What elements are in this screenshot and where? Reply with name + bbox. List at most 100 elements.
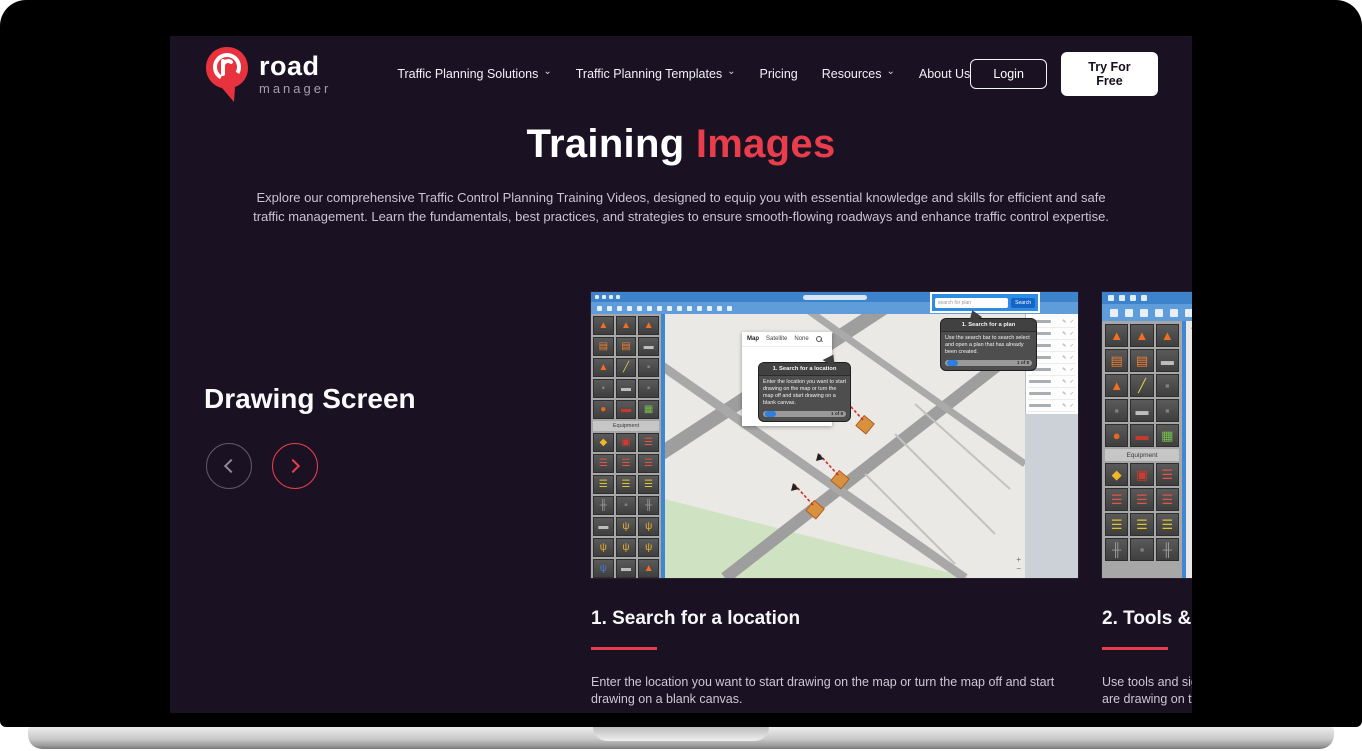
stripeYB-tile-icon: ☰ <box>593 475 614 494</box>
plan-list-row: ✎ ✓ <box>1028 400 1076 412</box>
redrect-tile-icon: ▬ <box>616 400 637 419</box>
jack-tile-icon: ╫ <box>593 496 614 515</box>
plank-tile-icon: ▬ <box>1156 349 1179 372</box>
redrect-tile-icon: ▬ <box>1130 424 1153 447</box>
dark-tile-icon: ▪ <box>593 379 614 398</box>
tooltip-progress-bar: 1 of 8 <box>945 360 1032 366</box>
satellite-tab: Satellite <box>766 336 787 342</box>
carousel-heading: Drawing Screen <box>204 383 416 415</box>
barrier-tile-icon: ▤ <box>616 337 637 356</box>
cone-tile-icon: ▲ <box>1156 324 1179 347</box>
slide-body: Enter the location you want to start dra… <box>591 674 1078 708</box>
slide-caption: 1. Search for a location <box>591 608 1078 630</box>
laptop-base-notch <box>593 727 769 741</box>
progress-count: 1 of 8 <box>831 411 843 417</box>
site-header: road manager Traffic Planning Solutions … <box>170 36 1192 112</box>
search-icon <box>816 336 822 342</box>
cone-tile-icon: ▲ <box>593 316 614 335</box>
laptop-mockup: road manager Traffic Planning Solutions … <box>0 0 1362 751</box>
login-button[interactable]: Login <box>970 59 1047 89</box>
palette-section-label: Equipment <box>1105 449 1179 461</box>
plan-list-row: ✎ ✓ <box>1028 376 1076 388</box>
dark-tile-icon: ▪ <box>1105 399 1128 422</box>
stripeRW-tile-icon: ☰ <box>638 433 659 452</box>
stripeRW-tile-icon: ☰ <box>1105 488 1128 511</box>
nav-item-pricing[interactable]: Pricing <box>760 67 798 81</box>
stripeRW-tile-icon: ☰ <box>1156 488 1179 511</box>
stripeRW-tile-icon: ☰ <box>1156 463 1179 486</box>
laptop-screen-bezel: road manager Traffic Planning Solutions … <box>0 0 1362 727</box>
map-tab: Map <box>747 336 759 342</box>
worker-tile-icon: ψ <box>638 517 659 536</box>
stripeRW-tile-icon: ☰ <box>616 454 637 473</box>
sign11-tile-icon: ◆ <box>593 433 614 452</box>
palette-tiles-top: ▲▲▲▤▤▬▲╱▪▪▬▪●▬▦ <box>1105 324 1179 447</box>
cone-tile-icon: ▲ <box>593 358 614 377</box>
circle-tile-icon: ● <box>1105 424 1128 447</box>
worker-tile-icon: ψ <box>616 517 637 536</box>
leader-line <box>1191 327 1192 390</box>
plank-tile-icon: ▬ <box>616 559 637 578</box>
brand-subtitle: manager <box>259 82 331 95</box>
worker-tile-icon: ψ <box>616 538 637 557</box>
stripeYB-tile-icon: ☰ <box>638 475 659 494</box>
caption-underline <box>1102 647 1168 650</box>
carousel-next-button[interactable] <box>272 443 318 489</box>
progress-handle <box>765 411 776 417</box>
chevron-left-icon <box>224 459 238 473</box>
stripeYB-tile-icon: ☰ <box>1105 513 1128 536</box>
dark-tile-icon: ▪ <box>616 496 637 515</box>
slide-body: Use tools and sign are drawing on the <box>1102 674 1192 708</box>
slide-caption: 2. Tools & <box>1102 608 1192 630</box>
dark-tile-icon: ▪ <box>638 358 659 377</box>
stripeYB-tile-icon: ☰ <box>616 475 637 494</box>
nav-item-about-us[interactable]: About Us <box>919 67 970 81</box>
plank-tile-icon: ▬ <box>638 337 659 356</box>
header-actions: Login Try For Free <box>970 52 1158 96</box>
jack-tile-icon: ╫ <box>1105 538 1128 561</box>
barrier-tile-icon: ▤ <box>1130 349 1153 372</box>
nav-item-traffic-planning-templates[interactable]: Traffic Planning Templates ⌄ <box>576 67 736 81</box>
sign11-tile-icon: ◆ <box>1105 463 1128 486</box>
carousel-slide-2: ▲▲▲▤▤▬▲╱▪▪▬▪●▬▦ Equipment ◆▣☰☰☰☰☰☰☰╫▪╫ M… <box>1102 292 1192 708</box>
slash-tile-icon: ╱ <box>1130 374 1153 397</box>
cone-tile-icon: ▲ <box>638 316 659 335</box>
plan-search-input <box>935 298 1008 308</box>
carousel-prev-button[interactable] <box>206 443 252 489</box>
palette-tiles-bottom: ◆▣☰☰☰☰☰☰☰╫▪╫ <box>1105 463 1179 561</box>
webpage: road manager Traffic Planning Solutions … <box>170 36 1192 713</box>
dark-tile-icon: ▪ <box>638 379 659 398</box>
nav-item-resources[interactable]: Resources ⌄ <box>822 67 895 81</box>
app-screenshot-tools-signs: ▲▲▲▤▤▬▲╱▪▪▬▪●▬▦ Equipment ◆▣☰☰☰☰☰☰☰╫▪╫ M… <box>1102 292 1192 578</box>
tooltip-title: 1. Search for a plan <box>941 319 1036 332</box>
page-title: Training Images <box>170 122 1192 167</box>
carousel-slide-1: Search ▲▲▲▤▤▬▲╱▪▪▬▪●▬▦ Equipment ◆▣☰☰☰☰☰… <box>591 292 1078 708</box>
nav-item-traffic-planning-solutions[interactable]: Traffic Planning Solutions ⌄ <box>397 67 551 81</box>
sign-palette-zoomed: ▲▲▲▤▤▬▲╱▪▪▬▪●▬▦ Equipment ◆▣☰☰☰☰☰☰☰╫▪╫ <box>1102 321 1182 578</box>
cone-tile-icon: ▲ <box>638 559 659 578</box>
jack-tile-icon: ╫ <box>1156 538 1179 561</box>
palette-tiles-bottom: ◆▣☰☰☰☰☰☰☰╫▪╫▬ψψψψψψ▬▲ <box>593 433 659 578</box>
cone-tile-icon: ▲ <box>1130 324 1153 347</box>
app-toolbar-top <box>1102 292 1192 304</box>
zoom-out-icon: − <box>1016 565 1021 572</box>
brand-logo[interactable]: road manager <box>204 45 331 103</box>
laptop-base <box>28 727 1334 749</box>
cone-tile-icon: ▲ <box>1105 324 1128 347</box>
app-toolbar-tools <box>1102 304 1192 321</box>
jack-tile-icon: ╫ <box>638 496 659 515</box>
tooltip-body: Use the search bar to search select and … <box>941 332 1036 358</box>
palette-tiles-top: ▲▲▲▤▤▬▲╱▪▪▬▪●▬▦ <box>593 316 659 419</box>
map-zoom-controls: + − <box>1016 556 1021 572</box>
plan-search-spotlight: Search <box>930 292 1040 313</box>
try-for-free-button[interactable]: Try For Free <box>1061 52 1158 96</box>
page-title-accent: Images <box>696 122 836 166</box>
stripeYB-tile-icon: ☰ <box>1156 513 1179 536</box>
worker-tile-icon: ψ <box>593 538 614 557</box>
stripeRW-tile-icon: ☰ <box>1130 488 1153 511</box>
tool-icons <box>597 306 732 311</box>
signred-tile-icon: ▣ <box>1130 463 1153 486</box>
circle-tile-icon: ● <box>593 400 614 419</box>
toolbar-icons <box>1108 295 1147 301</box>
signred-tile-icon: ▣ <box>616 433 637 452</box>
